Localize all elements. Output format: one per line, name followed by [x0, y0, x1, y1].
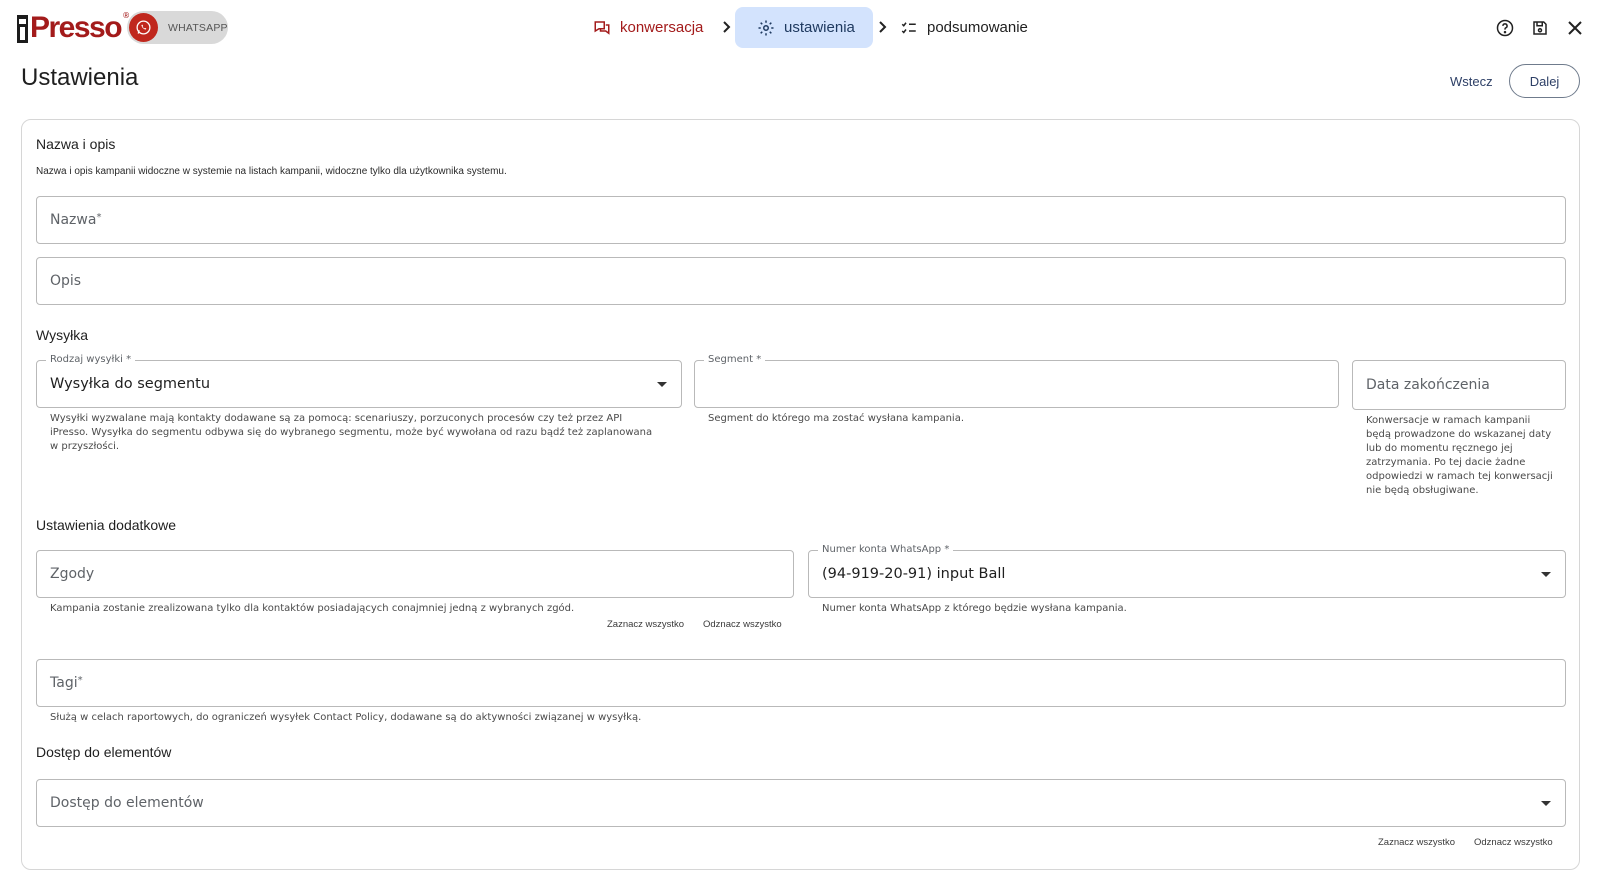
consents-select-all-link[interactable]: Zaznacz wszystko	[607, 619, 684, 630]
tags-hint: Służą w celach raportowych, do ogranicze…	[50, 712, 642, 723]
consents-select[interactable]: Zgody	[36, 550, 794, 598]
tags-input[interactable]: Tagi*	[36, 659, 1566, 707]
dropdown-caret-icon	[1541, 801, 1551, 806]
section-title-send: Wysyłka	[36, 327, 88, 343]
segment-hint: Segment do którego ma zostać wysłana kam…	[708, 413, 964, 424]
section-desc-name: Nazwa i opis kampanii widoczne w systemi…	[36, 166, 507, 177]
section-title-extra: Ustawienia dodatkowe	[36, 517, 177, 533]
send-type-label: Rodzaj wysyłki *	[46, 354, 136, 366]
segment-select[interactable]: Segment *	[694, 354, 1339, 408]
description-input[interactable]: Opis	[36, 257, 1566, 305]
access-select[interactable]: Dostęp do elementów	[36, 779, 1566, 827]
whatsapp-account-value: (94-919-20-91) input Ball	[822, 566, 1006, 582]
top-actions	[1494, 17, 1586, 39]
end-date-hint: Konwersacje w ramach kampanii będą prowa…	[1366, 415, 1553, 496]
send-type-hint: Wysyłki wyzwalane mają kontakty dodawane…	[50, 413, 653, 452]
segment-label: Segment *	[704, 354, 766, 366]
settings-card: Nazwa i opis Nazwa i opis kampanii widoc…	[21, 119, 1580, 870]
whatsapp-account-select[interactable]: Numer konta WhatsApp * (94-919-20-91) in…	[808, 544, 1566, 598]
top-bar: Presso ® WHATSAPP konwersacja ustawienia…	[0, 0, 1600, 56]
end-date-placeholder: Data zakończenia	[1366, 377, 1490, 393]
dropdown-caret-icon	[657, 382, 667, 387]
step-label: podsumowanie	[927, 19, 1028, 36]
send-type-value: Wysyłka do segmentu	[50, 376, 211, 392]
step-podsumowanie[interactable]: podsumowanie	[900, 7, 1028, 48]
chevron-right-icon	[720, 19, 734, 35]
section-title-access: Dostęp do elementów	[36, 744, 172, 760]
consents-deselect-all-link[interactable]: Odznacz wszystko	[703, 619, 782, 630]
next-button[interactable]: Dalej	[1509, 64, 1580, 98]
help-icon[interactable]	[1494, 17, 1516, 39]
chat-icon	[594, 20, 610, 35]
gear-icon	[758, 20, 774, 35]
whatsapp-account-hint: Numer konta WhatsApp z którego będzie wy…	[822, 603, 1127, 614]
description-placeholder: Opis	[50, 273, 82, 289]
step-label: ustawienia	[784, 19, 855, 36]
close-icon[interactable]	[1564, 17, 1586, 39]
save-icon[interactable]	[1529, 17, 1551, 39]
step-ustawienia[interactable]: ustawienia	[735, 7, 873, 48]
tags-placeholder: Tagi*	[50, 675, 83, 691]
access-select-all-link[interactable]: Zaznacz wszystko	[1378, 837, 1455, 848]
chevron-right-icon	[876, 19, 890, 35]
whatsapp-account-label: Numer konta WhatsApp *	[818, 544, 954, 556]
access-placeholder: Dostęp do elementów	[50, 795, 204, 811]
name-placeholder: Nazwa*	[50, 212, 102, 228]
send-type-select[interactable]: Rodzaj wysyłki * Wysyłka do segmentu	[36, 354, 682, 408]
back-button[interactable]: Wstecz	[1440, 64, 1503, 98]
consents-hint: Kampania zostanie zrealizowana tylko dla…	[50, 603, 575, 614]
consents-placeholder: Zgody	[50, 566, 95, 582]
dropdown-caret-icon	[1541, 572, 1551, 577]
page-title: Ustawienia	[21, 64, 139, 91]
end-date-input[interactable]: Data zakończenia	[1352, 360, 1566, 410]
step-konwersacja[interactable]: konwersacja	[593, 7, 703, 48]
access-deselect-all-link[interactable]: Odznacz wszystko	[1474, 837, 1553, 848]
checklist-icon	[901, 21, 916, 34]
stepper: konwersacja ustawienia podsumowanie	[0, 7, 1600, 48]
name-input[interactable]: Nazwa*	[36, 196, 1566, 244]
section-title-name: Nazwa i opis	[36, 136, 116, 152]
step-label: konwersacja	[620, 19, 704, 36]
